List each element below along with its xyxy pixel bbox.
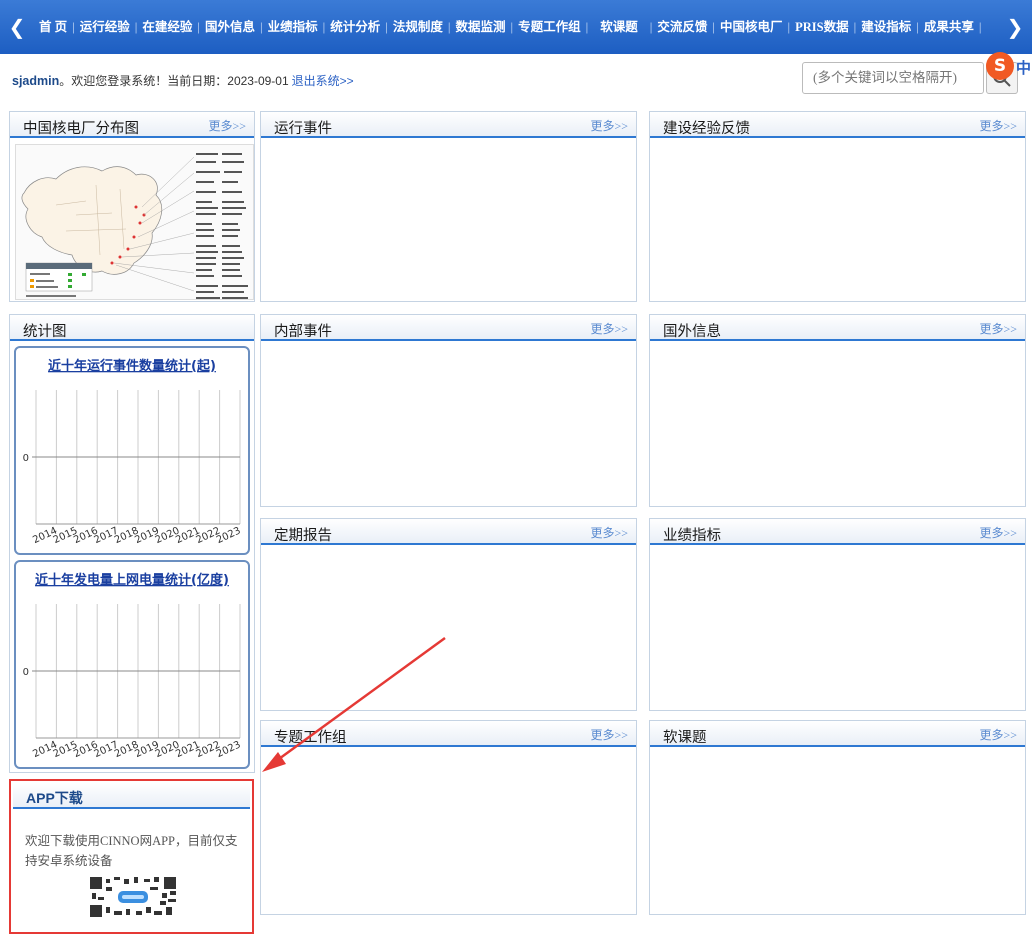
panel-internal-events: 内部事件 更多>> [260,314,637,507]
nav-item-pris[interactable]: PRIS数据 [790,20,853,34]
current-date: 2023-09-01 [227,74,289,88]
panel-title: 定期报告 [274,528,332,544]
china-npp-map-image[interactable] [15,144,254,300]
x-tick-label: 2023 [215,739,243,760]
nav-item-china-npp[interactable]: 中国核电厂 [715,20,788,34]
chart-events-count: 近十年运行事件数量统计(起) 0 2014 2015 2016 2017 2018 2019 2… [14,346,250,555]
panel-title: 建设经验反馈 [663,121,750,137]
panel-performance-index: 业绩指标 更多>> [649,518,1026,711]
welcome-text: 。欢迎您登录系统！当前日期： [59,74,228,88]
app-description: 欢迎下载使用CINNO网APP，目前仅支持安卓系统设备 [25,834,238,868]
more-link[interactable]: 更多>> [979,726,1017,743]
nav-item-home[interactable]: 首 页 [34,20,72,34]
nav-item-construction-experience[interactable]: 在建经验 [137,20,197,34]
nav-items: 首 页 | 运行经验 | 在建经验 | 国外信息 | 业绩指标 | 统计分析 | 法规制度 |… [34,19,998,35]
chart-power-generation: 近十年发电量上网电量统计(亿度) 0 2014 2015 2016 2017 2018 201… [14,560,250,769]
panel-construction-feedback: 建设经验反馈 更多>> [649,111,1026,302]
y-tick-label: 0 [23,453,29,464]
more-link[interactable]: 更多>> [590,524,628,541]
panel-operation-events: 运行事件 更多>> [260,111,637,302]
logout-link[interactable]: 退出系统>> [292,74,354,88]
panel-app-download: APP下载 欢迎下载使用CINNO网APP，目前仅支持安卓系统设备 [9,779,254,934]
chart-title[interactable]: 近十年运行事件数量统计(起) [48,358,216,374]
ime-mode-label[interactable]: 中 [1016,57,1031,78]
panel-title: 软课题 [663,730,707,746]
panel-title: 中国核电厂分布图 [23,121,139,137]
panel-title: 运行事件 [274,121,332,137]
ime-logo-icon[interactable]: S [986,52,1014,80]
panel-title: 国外信息 [663,324,721,340]
nav-item-feedback[interactable]: 交流反馈 [652,20,712,34]
nav-item-regulations[interactable]: 法规制度 [388,20,448,34]
more-link[interactable]: 更多>> [979,117,1017,134]
username: sjadmin [12,74,60,88]
panel-title: APP下载 [26,790,83,806]
nav-item-performance[interactable]: 业绩指标 [263,20,323,34]
nav-item-special-group[interactable]: 专题工作组 [513,20,586,34]
nav-prev-arrow-icon[interactable]: ❮ [0,0,34,54]
nav-item-data-monitoring[interactable]: 数据监测 [451,20,511,34]
panel-title: 统计图 [23,324,67,340]
y-tick-label: 0 [23,667,29,678]
user-info: sjadmin。欢迎您登录系统！当前日期：2023-09-01 退出系统>> [12,72,354,89]
panel-title: 专题工作组 [274,730,347,746]
panel-npp-map: 中国核电厂分布图 更多>> [9,111,255,302]
panel-special-group: 专题工作组 更多>> [260,720,637,915]
nav-item-statistics[interactable]: 统计分析 [325,20,385,34]
nav-item-foreign-info[interactable]: 国外信息 [200,20,260,34]
nav-item-achievements[interactable]: 成果共享 [919,20,979,34]
x-tick-label: 2023 [215,525,243,546]
panel-title: 内部事件 [274,324,332,340]
more-link[interactable]: 更多>> [208,117,246,134]
panel-periodic-report: 定期报告 更多>> [260,518,637,711]
search-input[interactable] [802,62,984,94]
more-link[interactable]: 更多>> [979,320,1017,337]
more-link[interactable]: 更多>> [590,320,628,337]
more-link[interactable]: 更多>> [590,117,628,134]
chart-title[interactable]: 近十年发电量上网电量统计(亿度) [35,572,229,588]
nav-item-soft-topics[interactable]: 软课题 [588,20,650,34]
user-toolbar: sjadmin。欢迎您登录系统！当前日期：2023-09-01 退出系统>> [0,54,1032,102]
more-link[interactable]: 更多>> [979,524,1017,541]
more-link[interactable]: 更多>> [590,726,628,743]
panel-foreign-info: 国外信息 更多>> [649,314,1026,507]
nav-next-arrow-icon[interactable]: ❯ [998,0,1032,54]
nav-item-operation-experience[interactable]: 运行经验 [75,20,135,34]
panel-soft-topics: 软课题 更多>> [649,720,1026,915]
panel-title: 业绩指标 [663,528,721,544]
top-nav-bar: ❮ 首 页 | 运行经验 | 在建经验 | 国外信息 | 业绩指标 | 统计分析 | 法规制… [0,0,1032,54]
nav-item-construction-index[interactable]: 建设指标 [856,20,916,34]
app-qr-code-icon[interactable] [90,877,176,917]
